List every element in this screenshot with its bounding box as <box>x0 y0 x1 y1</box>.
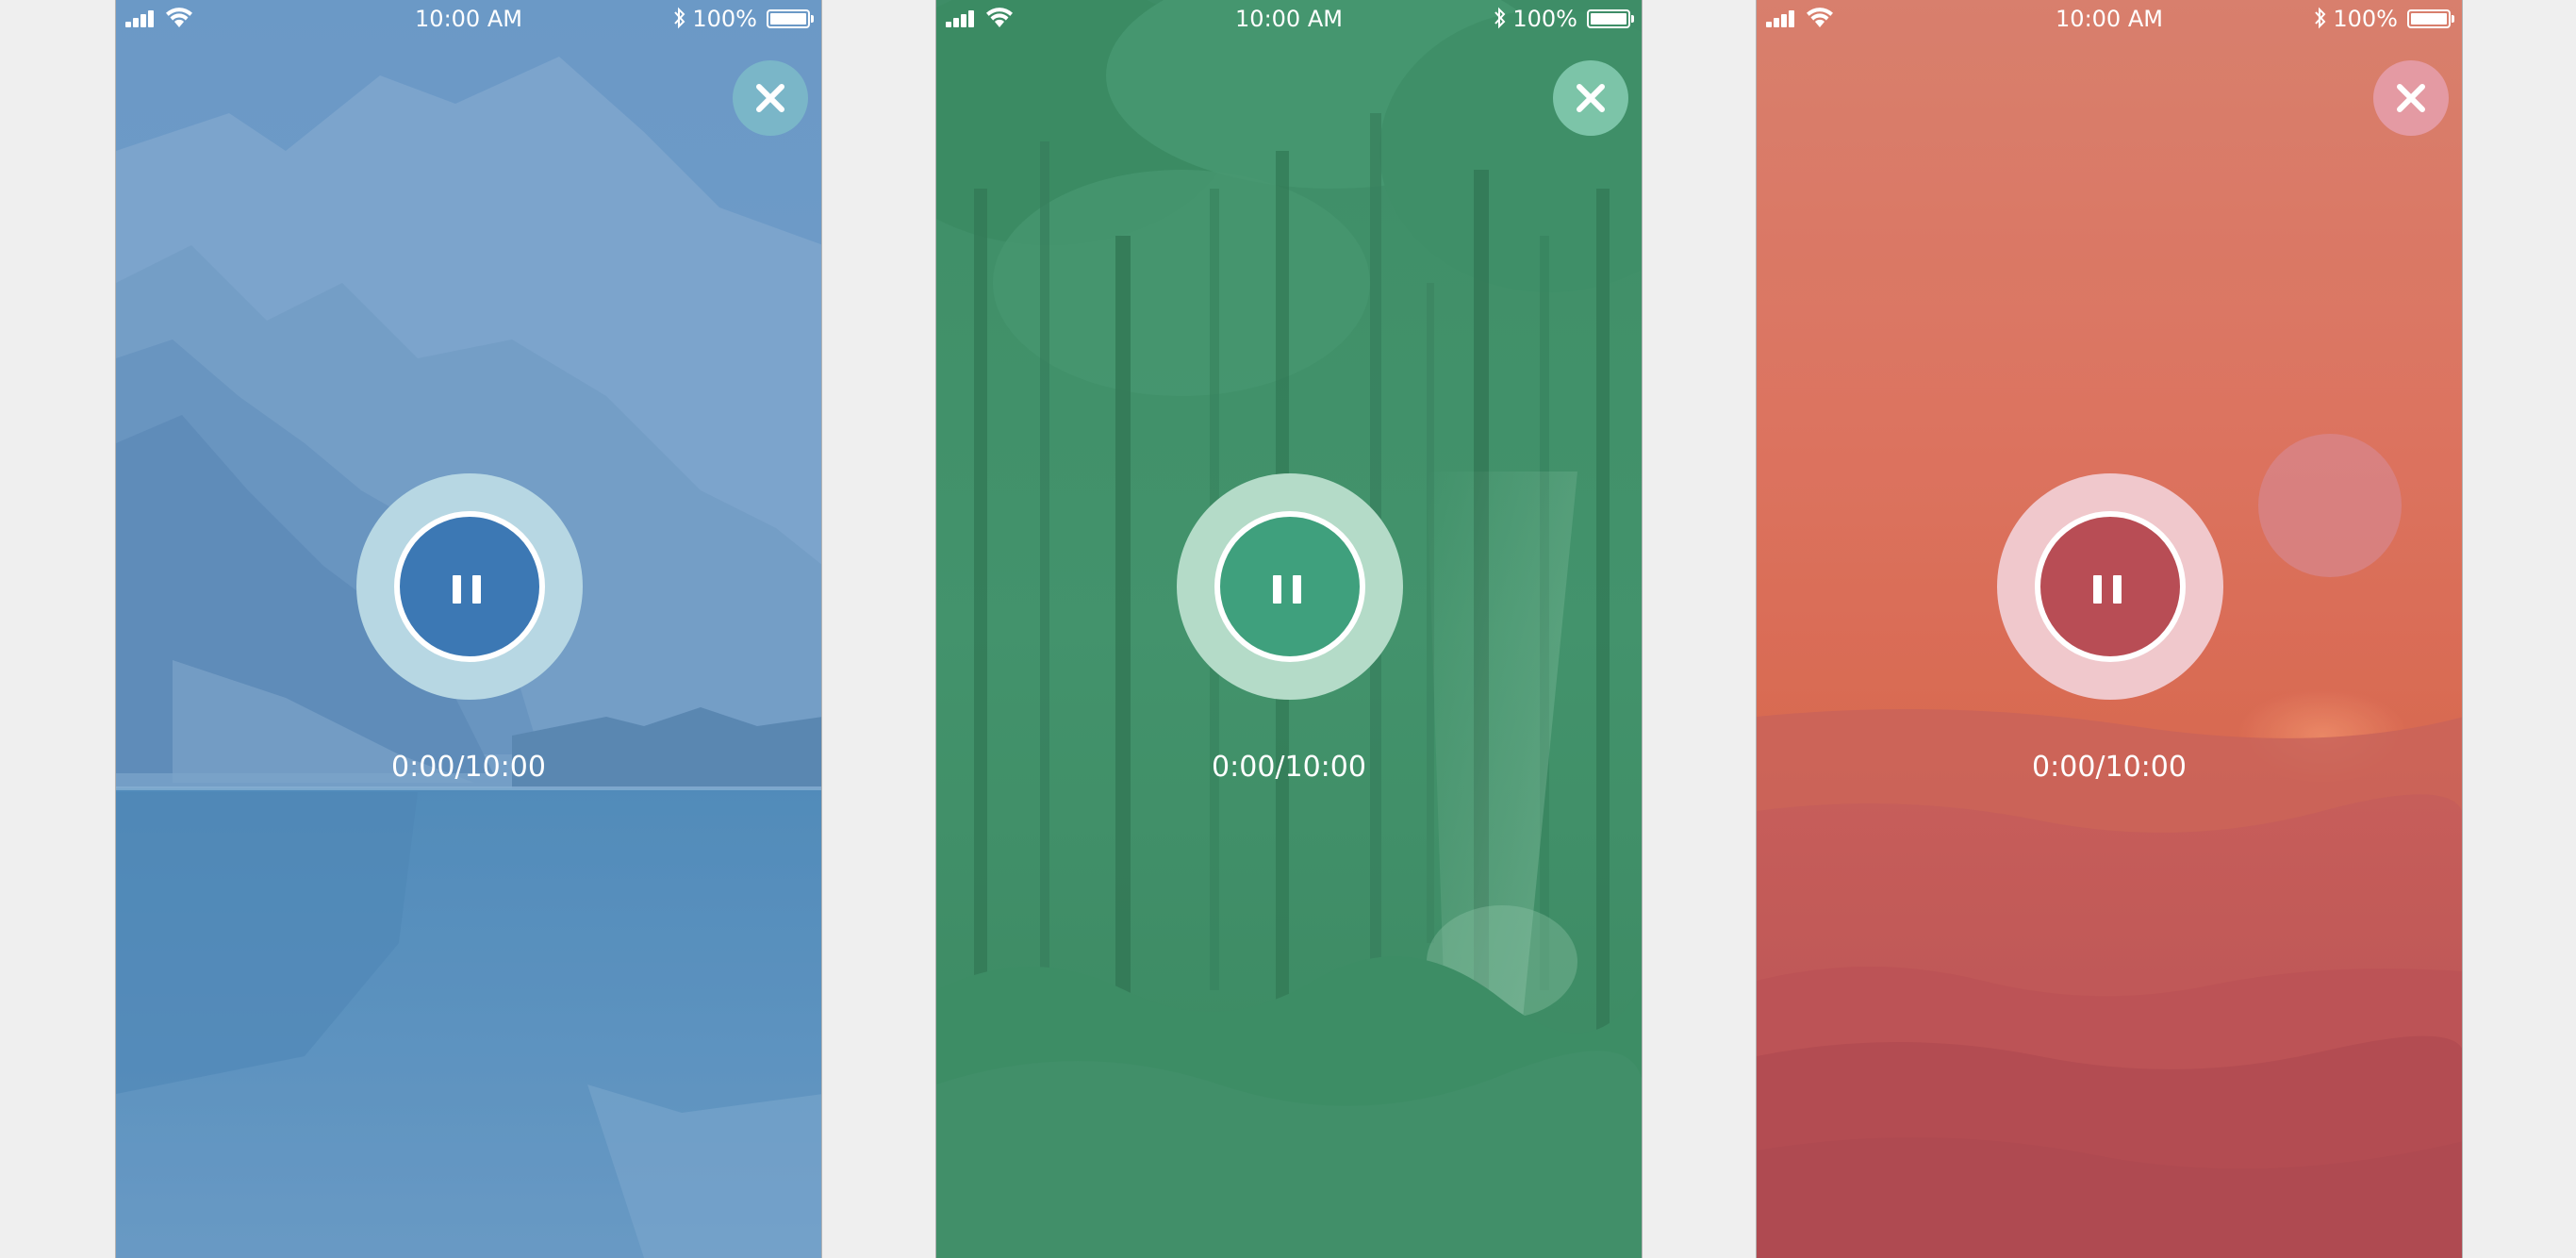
pause-button-core <box>1214 511 1365 662</box>
meditation-screen-sunset-sea: 10:00 AM 100% 0:00/10:00 <box>1756 0 2463 1258</box>
battery-percentage: 100% <box>1512 6 1577 32</box>
close-icon <box>756 84 784 112</box>
close-button[interactable] <box>733 60 808 136</box>
battery-icon <box>2407 9 2454 28</box>
pause-button[interactable] <box>1177 473 1403 700</box>
status-bar: 10:00 AM 100% <box>1757 0 2462 38</box>
meditation-screen-forest: 10:00 AM 100% 0:00/10:00 <box>935 0 1643 1258</box>
playback-timer: 0:00/10:00 <box>391 751 546 784</box>
pause-button[interactable] <box>356 473 583 700</box>
battery-icon <box>767 9 814 28</box>
close-button[interactable] <box>1553 60 1628 136</box>
meditation-screen-lake: 10:00 AM 100% 0:00/10:00 <box>115 0 822 1258</box>
close-icon <box>2397 84 2425 112</box>
playback-timer: 0:00/10:00 <box>1212 751 1366 784</box>
close-icon <box>1577 84 1605 112</box>
battery-percentage: 100% <box>692 6 757 32</box>
screens-canvas: 10:00 AM 100% 0:00/10:00 10:00 AM 100% 0… <box>0 0 2576 1258</box>
status-bar: 10:00 AM 100% <box>936 0 1642 38</box>
bluetooth-icon <box>2315 7 2326 29</box>
battery-icon <box>1587 9 1634 28</box>
pause-button[interactable] <box>1997 473 2223 700</box>
playback-timer: 0:00/10:00 <box>2032 751 2187 784</box>
battery-percentage: 100% <box>2333 6 2398 32</box>
pause-button-core <box>394 511 545 662</box>
close-button[interactable] <box>2373 60 2449 136</box>
bluetooth-icon <box>674 7 685 29</box>
status-bar: 10:00 AM 100% <box>116 0 821 38</box>
bluetooth-icon <box>1494 7 1506 29</box>
pause-button-core <box>2035 511 2186 662</box>
